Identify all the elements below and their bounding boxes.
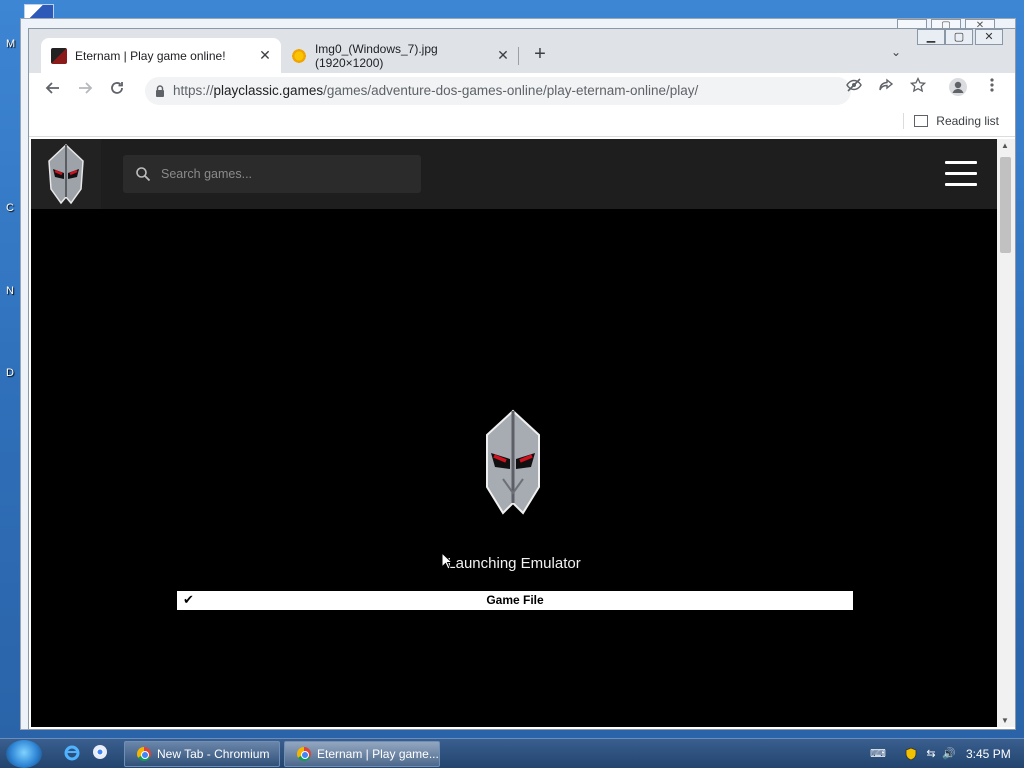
tab-title: Img0_(Windows_7).jpg (1920×1200): [314, 41, 438, 70]
reading-list-icon: [914, 115, 929, 127]
search-games-input[interactable]: [161, 164, 401, 184]
game-file-progress-bar: ✔ Game File: [177, 591, 853, 610]
window-maximize-button[interactable]: ▢: [945, 29, 973, 45]
address-bar[interactable]: https://playclassic.games/games/adventur…: [145, 77, 851, 105]
task-label: New Tab - Chromium: [157, 747, 270, 761]
security-shield-icon[interactable]: [904, 747, 918, 761]
star-icon[interactable]: [907, 76, 929, 99]
back-icon[interactable]: [41, 79, 65, 103]
eternam-favicon-icon: [51, 47, 67, 64]
tab-search-icon[interactable]: ⌄: [887, 45, 905, 63]
eye-off-icon[interactable]: [843, 77, 865, 99]
close-tab-icon[interactable]: ✕: [495, 47, 511, 63]
taskbar-item-new-tab[interactable]: New Tab - Chromium: [124, 741, 280, 767]
volume-icon[interactable]: 🔊: [942, 747, 956, 761]
desktop-label[interactable]: N: [6, 285, 14, 297]
url-scheme: https://: [173, 83, 214, 98]
desktop-label[interactable]: D: [6, 367, 14, 379]
knight-helmet-icon: [48, 143, 84, 205]
hamburger-menu-icon[interactable]: [945, 161, 977, 187]
scroll-down-icon[interactable]: ▼: [1001, 716, 1009, 725]
kebab-menu-icon[interactable]: [981, 77, 1003, 99]
profile-icon[interactable]: [947, 77, 969, 99]
window-minimize-button[interactable]: ▁: [917, 29, 945, 45]
progress-label: Game File: [486, 593, 544, 607]
tab-eternam[interactable]: Eternam | Play game online! ✕: [41, 38, 281, 73]
reading-list-label: Reading list: [936, 114, 999, 128]
browser-window: Eternam | Play game online! ✕ Img0_(Wind…: [28, 28, 1016, 730]
chromium-quicklaunch-icon[interactable]: [90, 744, 110, 764]
network-icon[interactable]: ⇆: [924, 747, 938, 761]
start-button[interactable]: [6, 740, 42, 768]
tab-title: Eternam | Play game online!: [75, 48, 226, 63]
tab-img0[interactable]: Img0_(Windows_7).jpg (1920×1200) ✕: [281, 38, 519, 73]
taskbar-item-eternam[interactable]: Eternam | Play game...: [284, 741, 440, 767]
reload-icon[interactable]: [105, 79, 129, 103]
web-page: Launching Emulator ✔ Game File: [31, 139, 997, 727]
internet-explorer-icon[interactable]: [62, 744, 82, 764]
window-close-button[interactable]: ✕: [975, 29, 1003, 45]
search-games-box[interactable]: [123, 155, 421, 193]
url-domain: playclassic.games: [213, 83, 324, 98]
lock-icon[interactable]: [153, 84, 167, 98]
image-favicon-icon: [291, 47, 307, 64]
bookmarks-bar: Reading list: [29, 109, 1015, 137]
share-icon[interactable]: [875, 77, 897, 99]
site-header: [31, 139, 997, 209]
forward-icon[interactable]: [73, 79, 97, 103]
task-label: Eternam | Play game...: [317, 747, 439, 761]
close-tab-icon[interactable]: ✕: [257, 47, 273, 63]
site-logo[interactable]: [31, 139, 101, 209]
chromium-icon: [297, 747, 311, 761]
taskbar: New Tab - Chromium Eternam | Play game..…: [0, 738, 1024, 768]
page-scrollbar[interactable]: ▲ ▼: [997, 139, 1015, 727]
taskbar-clock[interactable]: 3:45 PM: [966, 747, 1011, 761]
browser-toolbar: https://playclassic.games/games/adventur…: [29, 73, 1015, 109]
tab-separator: [518, 47, 519, 65]
url-path: /games/adventure-dos-games-online/play-e…: [323, 83, 699, 98]
new-tab-button[interactable]: +: [529, 43, 551, 65]
chromium-icon: [137, 747, 151, 761]
emulator-area[interactable]: Launching Emulator ✔ Game File: [31, 209, 997, 727]
desktop-label[interactable]: M: [6, 38, 15, 50]
mouse-cursor-icon: [441, 552, 453, 570]
reading-list-button[interactable]: Reading list: [903, 113, 999, 129]
scrollbar-thumb[interactable]: [1000, 157, 1011, 253]
bookmarks-separator: [903, 113, 905, 129]
search-icon: [136, 167, 151, 182]
url-text[interactable]: https://playclassic.games/games/adventur…: [173, 83, 698, 98]
knight-helmet-logo-icon: [486, 409, 540, 515]
desktop-label[interactable]: C: [6, 202, 14, 214]
tab-strip: Eternam | Play game online! ✕ Img0_(Wind…: [29, 29, 1015, 73]
keyboard-icon[interactable]: ⌨: [870, 747, 886, 761]
launching-status-text: Launching Emulator: [447, 555, 581, 572]
scroll-up-icon[interactable]: ▲: [1001, 141, 1009, 150]
